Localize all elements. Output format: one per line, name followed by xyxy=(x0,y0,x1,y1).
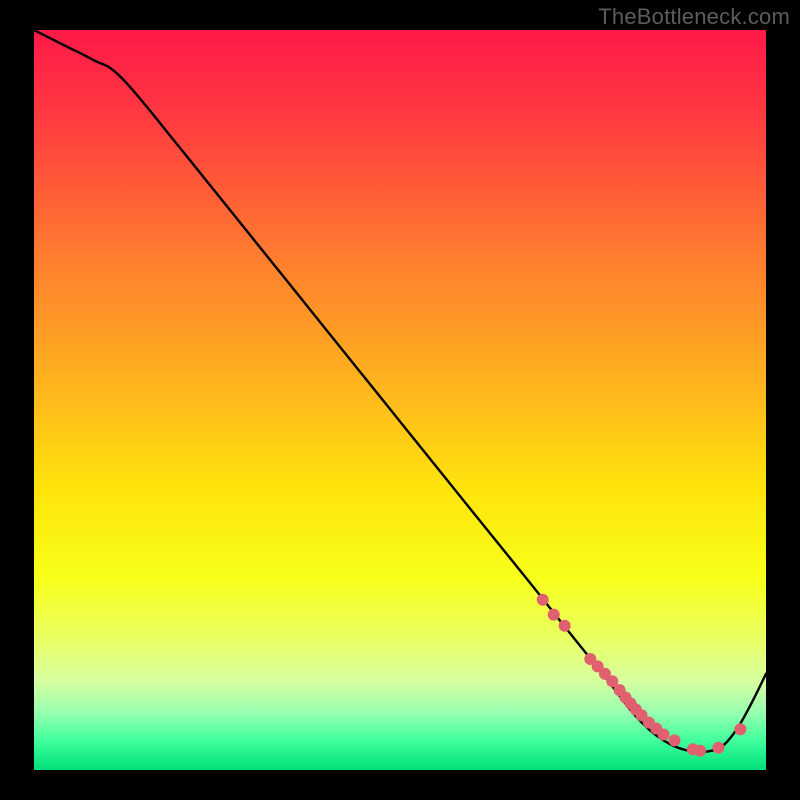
sample-dot xyxy=(694,745,706,757)
sample-dot xyxy=(712,742,724,754)
gradient-background xyxy=(34,30,766,770)
sample-dot xyxy=(537,594,549,606)
chart-frame: TheBottleneck.com xyxy=(0,0,800,800)
sample-dot xyxy=(559,620,571,632)
bottleneck-chart xyxy=(0,0,800,800)
sample-dot xyxy=(734,723,746,735)
sample-dot xyxy=(669,734,681,746)
sample-dot xyxy=(658,728,670,740)
sample-dot xyxy=(548,609,560,621)
